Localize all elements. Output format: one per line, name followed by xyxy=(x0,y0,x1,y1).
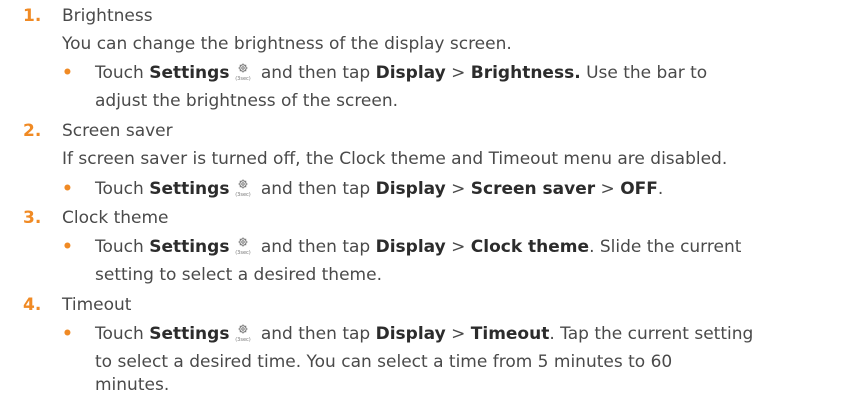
item-title: Clock theme xyxy=(62,208,169,228)
instruction-step: Touch Settings (3sec) and then tap Displa… xyxy=(95,178,664,199)
item-number: 3. xyxy=(23,208,42,228)
display-label: Display xyxy=(375,179,446,199)
svg-text:(3sec): (3sec) xyxy=(236,192,252,198)
instruction-step: Touch Settings (3sec) and then tap Displa… xyxy=(95,236,742,285)
settings-instructions-document: 1. Brightness You can change the brightn… xyxy=(0,0,862,417)
settings-gear-icon: (3sec) xyxy=(232,178,254,198)
settings-label: Settings xyxy=(149,63,230,83)
timeout-label: Timeout xyxy=(470,324,550,344)
bullet-icon: • xyxy=(62,324,73,344)
clock-theme-label: Clock theme xyxy=(470,237,590,257)
settings-gear-icon: (3sec) xyxy=(232,236,254,256)
instruction-step: Touch Settings (3sec) and then tap Displa… xyxy=(95,323,754,395)
screen-saver-label: Screen saver xyxy=(470,179,596,199)
settings-label: Settings xyxy=(149,179,230,199)
settings-label: Settings xyxy=(149,237,230,257)
svg-text:(3sec): (3sec) xyxy=(236,337,252,343)
item-number: 2. xyxy=(23,121,42,141)
bullet-icon: • xyxy=(62,179,73,199)
display-label: Display xyxy=(375,237,446,257)
off-label: OFF xyxy=(620,179,658,199)
settings-gear-icon: (3sec) xyxy=(232,62,254,82)
settings-label: Settings xyxy=(149,324,230,344)
item-title: Timeout xyxy=(62,295,132,315)
display-label: Display xyxy=(375,63,446,83)
bullet-icon: • xyxy=(62,237,73,257)
item-description: If screen saver is turned off, the Clock… xyxy=(62,149,728,169)
item-title: Screen saver xyxy=(62,121,173,141)
svg-text:(3sec): (3sec) xyxy=(236,76,252,82)
item-number: 1. xyxy=(23,6,42,26)
instruction-step: Touch Settings (3sec) and then tap Displa… xyxy=(95,62,708,111)
svg-text:(3sec): (3sec) xyxy=(236,250,252,256)
item-description: You can change the brightness of the dis… xyxy=(62,34,512,54)
brightness-label: Brightness. xyxy=(470,63,581,83)
bullet-icon: • xyxy=(62,63,73,83)
settings-gear-icon: (3sec) xyxy=(232,323,254,343)
display-label: Display xyxy=(375,324,446,344)
item-title: Brightness xyxy=(62,6,153,26)
item-number: 4. xyxy=(23,295,42,315)
